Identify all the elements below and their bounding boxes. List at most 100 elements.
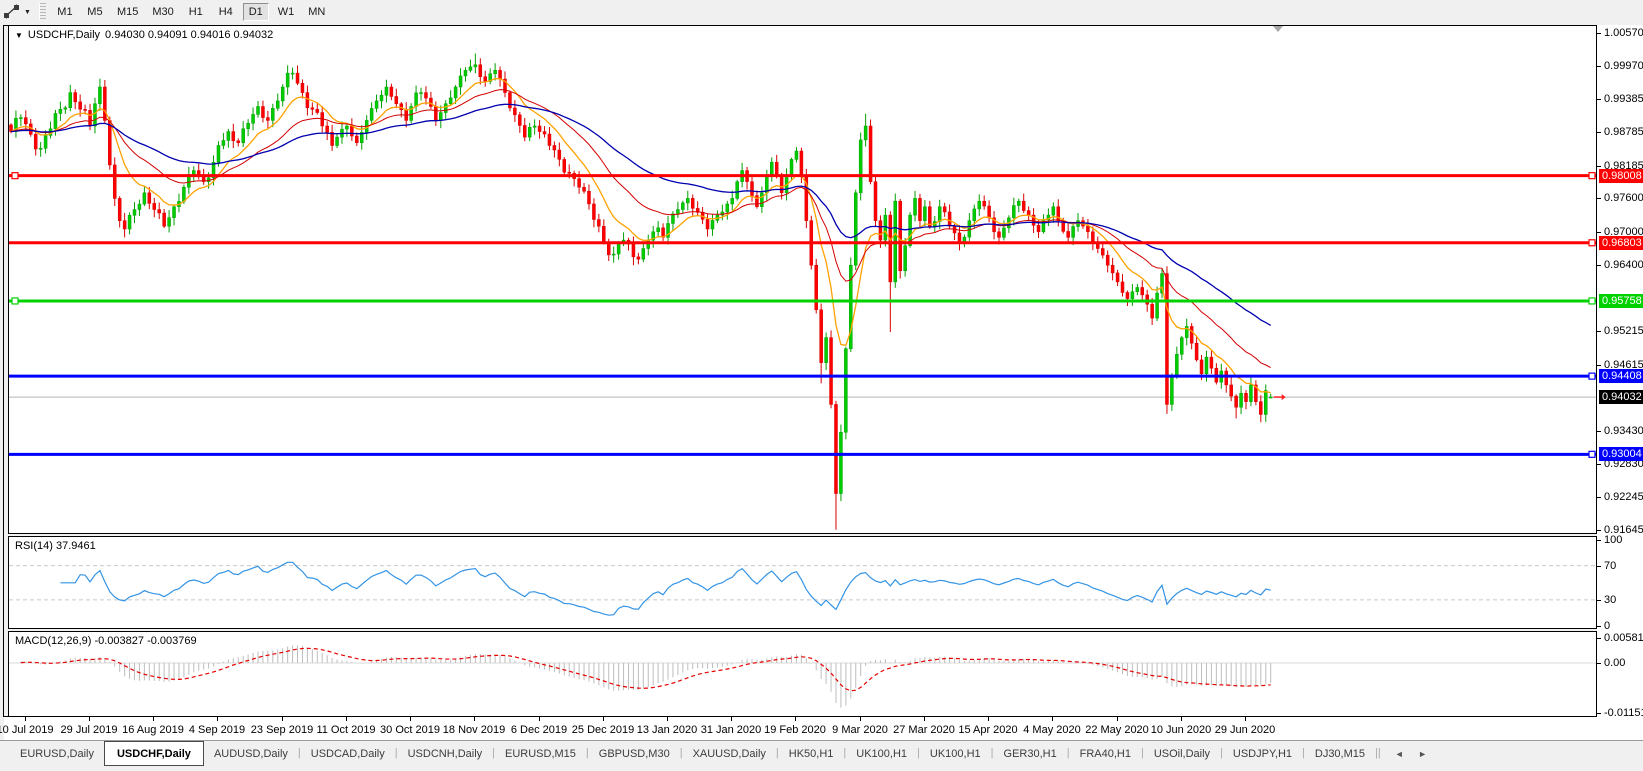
- timeframe-button-m15[interactable]: M15: [112, 3, 143, 21]
- chart-tab-usdchf-daily[interactable]: USDCHF,Daily: [104, 741, 204, 766]
- chart-tab-usdjpy-h1[interactable]: USDJPY,H1: [1223, 743, 1302, 764]
- timeframe-button-mn[interactable]: MN: [303, 3, 330, 21]
- timeframe-button-h4[interactable]: H4: [213, 3, 239, 21]
- date-label: 30 Oct 2019: [380, 724, 440, 736]
- price-tick-label: 0.99385: [1604, 93, 1643, 105]
- date-label: 29 Jun 2020: [1215, 724, 1276, 736]
- timeframe-button-m5[interactable]: M5: [82, 3, 108, 21]
- ma-line-52: [11, 104, 1271, 325]
- rsi-panel[interactable]: RSI(14) 37.9461: [8, 536, 1597, 629]
- price-chart-panel[interactable]: ▼ USDCHF,Daily 0.94030 0.94091 0.94016 0…: [8, 25, 1597, 534]
- hline-handle[interactable]: [12, 298, 18, 304]
- date-tick-mark: [346, 717, 347, 721]
- chart-tab-usdcad-daily[interactable]: USDCAD,Daily: [301, 743, 395, 764]
- date-tick-mark: [667, 717, 668, 721]
- chart-tab-audusd-daily[interactable]: AUDUSD,Daily: [204, 743, 298, 764]
- tab-scroll-arrows[interactable]: ◄ ►: [1395, 749, 1433, 759]
- price-tick-dash: [1597, 365, 1601, 366]
- date-label: 29 Jul 2019: [61, 724, 118, 736]
- hline-handle[interactable]: [1589, 373, 1595, 379]
- rsi-label: RSI(14) 37.9461: [15, 540, 96, 552]
- price-tick-dash: [1597, 265, 1601, 266]
- hline-handle[interactable]: [1589, 173, 1595, 179]
- chart-tab-dj30-m15[interactable]: DJ30,M15: [1305, 743, 1375, 764]
- chart-tab-hk50-h1[interactable]: HK50,H1: [779, 743, 844, 764]
- timeframe-button-h1[interactable]: H1: [183, 3, 209, 21]
- date-label: 13 Jan 2020: [637, 724, 698, 736]
- price-tick-dash: [1597, 33, 1601, 34]
- date-label: 22 May 2020: [1085, 724, 1149, 736]
- date-label: 4 May 2020: [1023, 724, 1080, 736]
- ma-line-10: [11, 79, 1271, 393]
- price-badge-0.94032: 0.94032: [1599, 390, 1643, 404]
- chevron-down-icon[interactable]: ▼: [15, 31, 23, 40]
- autoscroll-marker-icon[interactable]: [1273, 26, 1283, 32]
- price-tick-dash: [1597, 99, 1601, 100]
- date-tick-mark: [1181, 717, 1182, 721]
- price-tick-label: 1.00570: [1604, 27, 1643, 39]
- date-axis[interactable]: 10 Jul 201929 Jul 201916 Aug 20194 Sep 2…: [4, 717, 1643, 740]
- chart-tab-usoil-daily[interactable]: USOil,Daily: [1144, 743, 1220, 764]
- chart-tab-fra40-h1[interactable]: FRA40,H1: [1070, 743, 1141, 764]
- macd-tick-label: 0.005818: [1604, 632, 1643, 644]
- hline-handle[interactable]: [1589, 451, 1595, 457]
- hline-handle[interactable]: [1589, 298, 1595, 304]
- price-tick-dash: [1597, 198, 1601, 199]
- timeframe-button-d1[interactable]: D1: [243, 3, 269, 21]
- macd-histogram: [21, 645, 1271, 707]
- chart-tab-uk100-h1[interactable]: UK100,H1: [920, 743, 991, 764]
- rsi-tick-dash: [1597, 566, 1601, 567]
- hline-handle[interactable]: [1589, 240, 1595, 246]
- toolbar-grip[interactable]: [39, 3, 46, 20]
- date-tick-mark: [795, 717, 796, 721]
- timeframe-button-m1[interactable]: M1: [52, 3, 78, 21]
- date-label: 6 Dec 2019: [511, 724, 567, 736]
- date-label: 9 Mar 2020: [832, 724, 888, 736]
- date-label: 16 Aug 2019: [122, 724, 184, 736]
- price-tick-label: 0.97600: [1604, 192, 1643, 204]
- chart-tab-eurusd-m15[interactable]: EURUSD,M15: [495, 743, 586, 764]
- date-label: 10 Jul 2019: [0, 724, 53, 736]
- date-tick-mark: [988, 717, 989, 721]
- chart-symbol-label: USDCHF,Daily: [28, 29, 100, 41]
- price-tick-label: 0.95215: [1604, 325, 1643, 337]
- macd-panel[interactable]: MACD(12,26,9) -0.003827 -0.003769: [8, 631, 1597, 717]
- date-label: 23 Sep 2019: [251, 724, 313, 736]
- chart-tab-gbpusd-m30[interactable]: GBPUSD,M30: [589, 743, 680, 764]
- price-tick-dash: [1597, 497, 1601, 498]
- date-tick-mark: [153, 717, 154, 721]
- price-badge-0.96803: 0.96803: [1599, 236, 1643, 250]
- hline-handle[interactable]: [12, 173, 18, 179]
- chart-tab-ger30-h1[interactable]: GER30,H1: [994, 743, 1067, 764]
- price-axis[interactable]: 1.005700.999700.993850.987850.981850.976…: [1597, 25, 1643, 717]
- chart-tab-uk100-h1[interactable]: UK100,H1: [846, 743, 917, 764]
- date-tick-mark: [860, 717, 861, 721]
- chevron-down-icon[interactable]: ▼: [24, 9, 31, 16]
- price-tick-dash: [1597, 331, 1601, 332]
- chart-tab-eurusd-daily[interactable]: EURUSD,Daily: [10, 743, 104, 764]
- mt4-terminal: { "toolbar": { "timeframes": ["M1","M5",…: [0, 0, 1643, 771]
- timeframe-button-m30[interactable]: M30: [147, 3, 178, 21]
- rsi-tick-label: 30: [1604, 594, 1616, 606]
- date-tick-mark: [924, 717, 925, 721]
- chart-tab-xauusd-daily[interactable]: XAUUSD,Daily: [683, 743, 776, 764]
- date-label: 10 Jun 2020: [1151, 724, 1212, 736]
- chart-title[interactable]: ▼ USDCHF,Daily 0.94030 0.94091 0.94016 0…: [15, 29, 273, 41]
- macd-label: MACD(12,26,9) -0.003827 -0.003769: [15, 635, 197, 647]
- date-tick-mark: [89, 717, 90, 721]
- timeframe-button-w1[interactable]: W1: [273, 3, 300, 21]
- price-tick-dash: [1597, 232, 1601, 233]
- chart-mode-icon[interactable]: [3, 3, 23, 20]
- price-tick-dash: [1597, 66, 1601, 67]
- chart-tab-usdcnh-daily[interactable]: USDCNH,Daily: [398, 743, 493, 764]
- macd-tick-label: 0.00: [1604, 657, 1625, 669]
- price-tick-dash: [1597, 132, 1601, 133]
- rsi-chart[interactable]: [9, 537, 1596, 628]
- date-label: 27 Mar 2020: [893, 724, 955, 736]
- date-label: 31 Jan 2020: [701, 724, 762, 736]
- date-label: 25 Dec 2019: [572, 724, 634, 736]
- candlestick-chart[interactable]: [9, 26, 1596, 533]
- date-label: 15 Apr 2020: [958, 724, 1017, 736]
- macd-chart[interactable]: [9, 632, 1596, 716]
- chart-tab-bar: EURUSD,DailyUSDCHF,DailyAUDUSD,Daily|USD…: [0, 740, 1643, 771]
